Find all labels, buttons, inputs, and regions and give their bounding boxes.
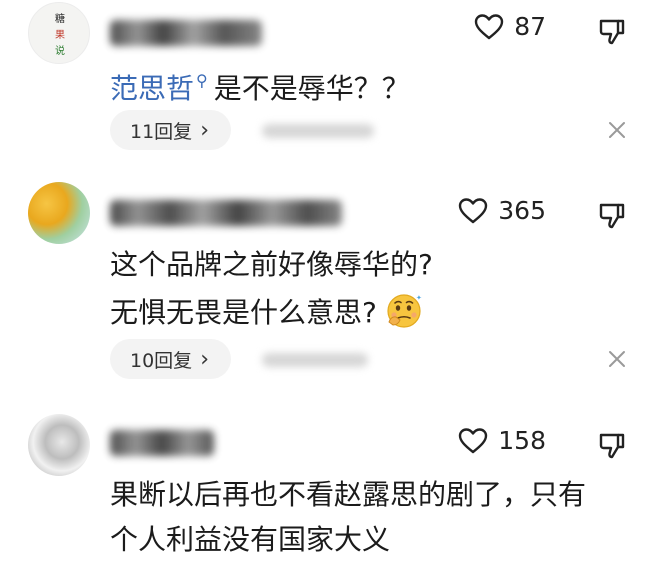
comment-line-2: 个人利益没有国家大义	[110, 523, 391, 556]
comment-1: 糖 果 说 87 范思哲 ⚲ 是不是辱华？？ 11回复 ›	[0, 0, 660, 170]
chevron-right-icon: ›	[200, 346, 209, 372]
dislike-icon[interactable]	[598, 431, 626, 459]
like-count: 87	[514, 12, 546, 41]
avatar[interactable]	[28, 414, 90, 476]
svg-text:果: 果	[55, 29, 65, 41]
like-group[interactable]: 158	[458, 426, 546, 455]
svg-text:✦: ✦	[416, 294, 422, 302]
avatar[interactable]	[28, 182, 90, 244]
avatar[interactable]: 糖 果 说	[28, 2, 90, 64]
comment-line-2: 无惧无畏是什么意思? ✦	[110, 292, 433, 334]
chevron-right-icon: ›	[200, 117, 209, 143]
comment-2: 365 这个品牌之前好像辱华的? 无惧无畏是什么意思? ✦ 10回复 ›	[0, 180, 660, 400]
search-mention-icon: ⚲	[196, 71, 208, 90]
like-count: 158	[498, 426, 546, 455]
timestamp-blurred	[262, 124, 374, 138]
close-icon[interactable]	[608, 350, 626, 368]
svg-text:说: 说	[55, 44, 65, 57]
username-blurred[interactable]	[110, 430, 214, 456]
replies-label: 11回复	[130, 120, 193, 143]
username-blurred[interactable]	[110, 20, 262, 46]
timestamp-blurred	[262, 353, 368, 367]
close-icon[interactable]	[608, 121, 626, 139]
comment-text: 果断以后再也不看赵露思的剧了，只有 个人利益没有国家大义	[110, 474, 586, 561]
replies-label: 10回复	[130, 349, 193, 372]
like-group[interactable]: 87	[474, 12, 546, 41]
like-group[interactable]: 365	[458, 196, 546, 225]
comment-line-1: 果断以后再也不看赵露思的剧了，只有	[110, 478, 587, 511]
username-blurred[interactable]	[110, 200, 342, 226]
mention-link[interactable]: 范思哲	[110, 72, 194, 105]
replies-button[interactable]: 10回复 ›	[110, 339, 231, 379]
comment-3: 158 果断以后再也不看赵露思的剧了，只有 个人利益没有国家大义	[0, 410, 660, 561]
comment-body: 是不是辱华？？	[213, 72, 410, 105]
svg-text:糖: 糖	[55, 12, 65, 25]
like-count: 365	[498, 196, 546, 225]
dislike-icon[interactable]	[598, 17, 626, 45]
thinking-emoji-icon: ✦	[385, 292, 423, 330]
heart-icon[interactable]	[458, 197, 488, 225]
replies-button[interactable]: 11回复 ›	[110, 110, 231, 150]
dislike-icon[interactable]	[598, 201, 626, 229]
comment-text: 这个品牌之前好像辱华的? 无惧无畏是什么意思? ✦	[110, 244, 433, 334]
comment-text: 范思哲 ⚲ 是不是辱华？？	[110, 60, 410, 110]
avatar-logo: 糖 果 说	[55, 12, 65, 57]
comment-line-1: 这个品牌之前好像辱华的?	[110, 248, 433, 281]
heart-icon[interactable]	[458, 427, 488, 455]
comment-line-2-text: 无惧无畏是什么意思?	[110, 296, 377, 329]
heart-icon[interactable]	[474, 13, 504, 41]
